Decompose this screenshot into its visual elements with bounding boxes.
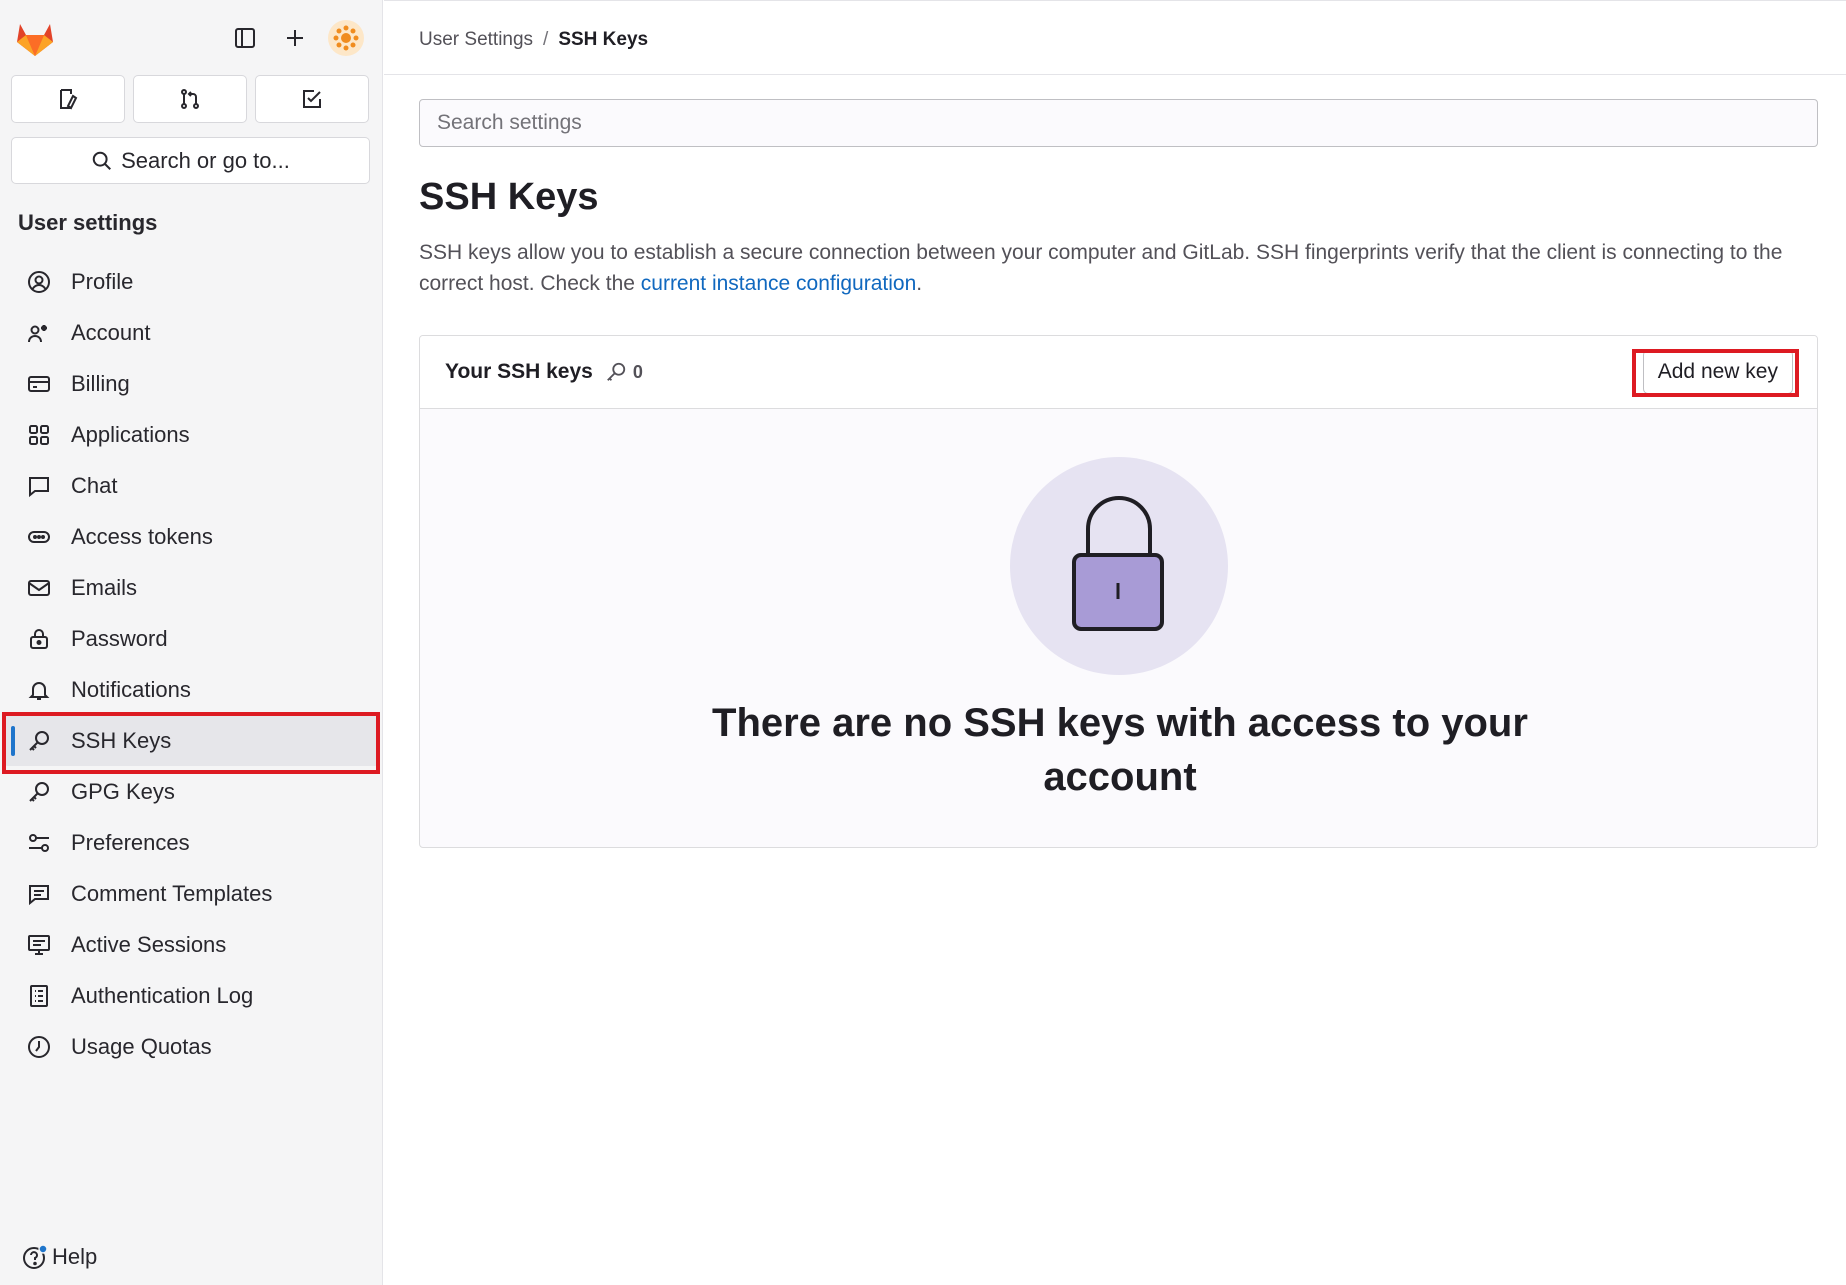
sidebar-item-emails[interactable]: Emails (4, 562, 379, 613)
sidebar-item-label: GPG Keys (71, 778, 175, 804)
help-icon (23, 1244, 48, 1269)
sidebar-item-label: Notifications (71, 676, 191, 702)
sidebar-item-label: Usage Quotas (71, 1033, 212, 1059)
card-header: Your SSH keys 0 Add new key (420, 336, 1817, 409)
help-label: Help (52, 1244, 98, 1269)
sidebar-item-profile[interactable]: Profile (4, 256, 379, 307)
plus-icon[interactable] (278, 21, 312, 55)
comment-icon (26, 881, 52, 907)
sidebar-item-access-tokens[interactable]: Access tokens (4, 511, 379, 562)
avatar[interactable] (328, 20, 364, 56)
breadcrumb-separator: / (543, 29, 549, 50)
profile-icon (26, 269, 52, 295)
padlock-icon (1072, 496, 1164, 631)
empty-state-message: There are no SSH keys with access to you… (712, 701, 1528, 799)
sidebar-item-label: Profile (71, 268, 134, 294)
breadcrumb: User Settings / SSH Keys (419, 29, 648, 51)
sidebar-item-label: Preferences (71, 829, 190, 855)
monitor-icon (26, 932, 52, 958)
todo-icon (303, 90, 321, 108)
description-suffix: . (916, 272, 923, 295)
card-title-text: Your SSH keys (445, 360, 593, 383)
sidebar-item-comment-templates[interactable]: Comment Templates (4, 868, 379, 919)
lock-illustration (1010, 457, 1228, 675)
lock-icon (26, 626, 52, 652)
breadcrumb-user-settings[interactable]: User Settings (419, 29, 533, 50)
applications-icon (26, 422, 52, 448)
sidebar-item-ssh-keys[interactable]: SSH Keys (4, 715, 379, 766)
search-settings-input[interactable]: Search settings (419, 99, 1818, 147)
sidebar-item-label: Emails (71, 574, 138, 600)
sidebar-item-password[interactable]: Password (4, 613, 379, 664)
add-new-key-button[interactable]: Add new key (1642, 350, 1793, 394)
sidebar-header (0, 0, 383, 77)
sidebar-item-authentication-log[interactable]: Authentication Log (4, 970, 379, 1021)
todo-button[interactable] (255, 75, 369, 123)
sidebar: Search or go to... User settings Profile… (0, 0, 383, 1285)
search-or-go-label: Search or go to... (121, 147, 290, 173)
key-count: 0 (632, 361, 643, 382)
mail-icon (26, 575, 52, 601)
sidebar-item-label: Active Sessions (71, 931, 227, 957)
instance-configuration-link[interactable]: current instance configuration (641, 272, 917, 295)
sidebar-item-notifications[interactable]: Notifications (4, 664, 379, 715)
sidebar-item-gpg-keys[interactable]: GPG Keys (4, 766, 379, 817)
sidebar-item-billing[interactable]: Billing (4, 358, 379, 409)
token-icon (26, 524, 52, 550)
search-icon (92, 151, 112, 170)
chat-icon (26, 473, 52, 499)
key-icon (26, 779, 52, 805)
issues-button[interactable] (11, 75, 125, 123)
log-icon (26, 983, 52, 1009)
merge-requests-button[interactable] (133, 75, 247, 123)
key-icon (26, 728, 52, 754)
preferences-icon (26, 830, 52, 856)
account-icon (26, 320, 52, 346)
sidebar-item-label: Chat (71, 472, 118, 498)
help-button[interactable]: Help (22, 1244, 97, 1270)
page-description: SSH keys allow you to establish a secure… (419, 237, 1824, 299)
page-title: SSH Keys (419, 176, 599, 218)
sidebar-nav: Profile Account Billing Applications Cha… (0, 256, 383, 1072)
sidebar-item-preferences[interactable]: Preferences (4, 817, 379, 868)
bell-icon (26, 677, 52, 703)
sidebar-item-label: Access tokens (71, 523, 213, 549)
description-text: SSH keys allow you to establish a secure… (419, 241, 1783, 295)
toggle-sidebar-icon[interactable] (228, 21, 262, 55)
merge-request-icon (181, 89, 199, 109)
issues-icon (60, 89, 78, 110)
sidebar-item-account[interactable]: Account (4, 307, 379, 358)
breadcrumb-current[interactable]: SSH Keys (558, 29, 648, 50)
sidebar-item-usage-quotas[interactable]: Usage Quotas (4, 1021, 379, 1072)
key-count-badge: 0 (605, 361, 643, 383)
sidebar-item-label: Applications (71, 421, 190, 447)
sidebar-section-title: User settings (18, 210, 158, 235)
gitlab-logo-icon[interactable] (14, 18, 56, 58)
search-or-go-button[interactable]: Search or go to... (11, 137, 370, 184)
sidebar-item-applications[interactable]: Applications (4, 409, 379, 460)
sidebar-item-label: Account (71, 319, 151, 345)
sidebar-item-label: Comment Templates (71, 880, 273, 906)
sidebar-item-label: SSH Keys (71, 727, 172, 753)
sidebar-item-chat[interactable]: Chat (4, 460, 379, 511)
top-bar: User Settings / SSH Keys (384, 0, 1846, 75)
quota-icon (26, 1034, 52, 1060)
sidebar-item-label: Password (71, 625, 168, 651)
key-icon (606, 362, 626, 381)
billing-icon (26, 371, 52, 397)
sidebar-item-label: Authentication Log (71, 982, 254, 1008)
ssh-keys-card: Your SSH keys 0 Add new key There are no… (419, 335, 1818, 848)
sidebar-item-active-sessions[interactable]: Active Sessions (4, 919, 379, 970)
card-title: Your SSH keys 0 (445, 360, 643, 384)
sidebar-item-label: Billing (71, 370, 130, 396)
